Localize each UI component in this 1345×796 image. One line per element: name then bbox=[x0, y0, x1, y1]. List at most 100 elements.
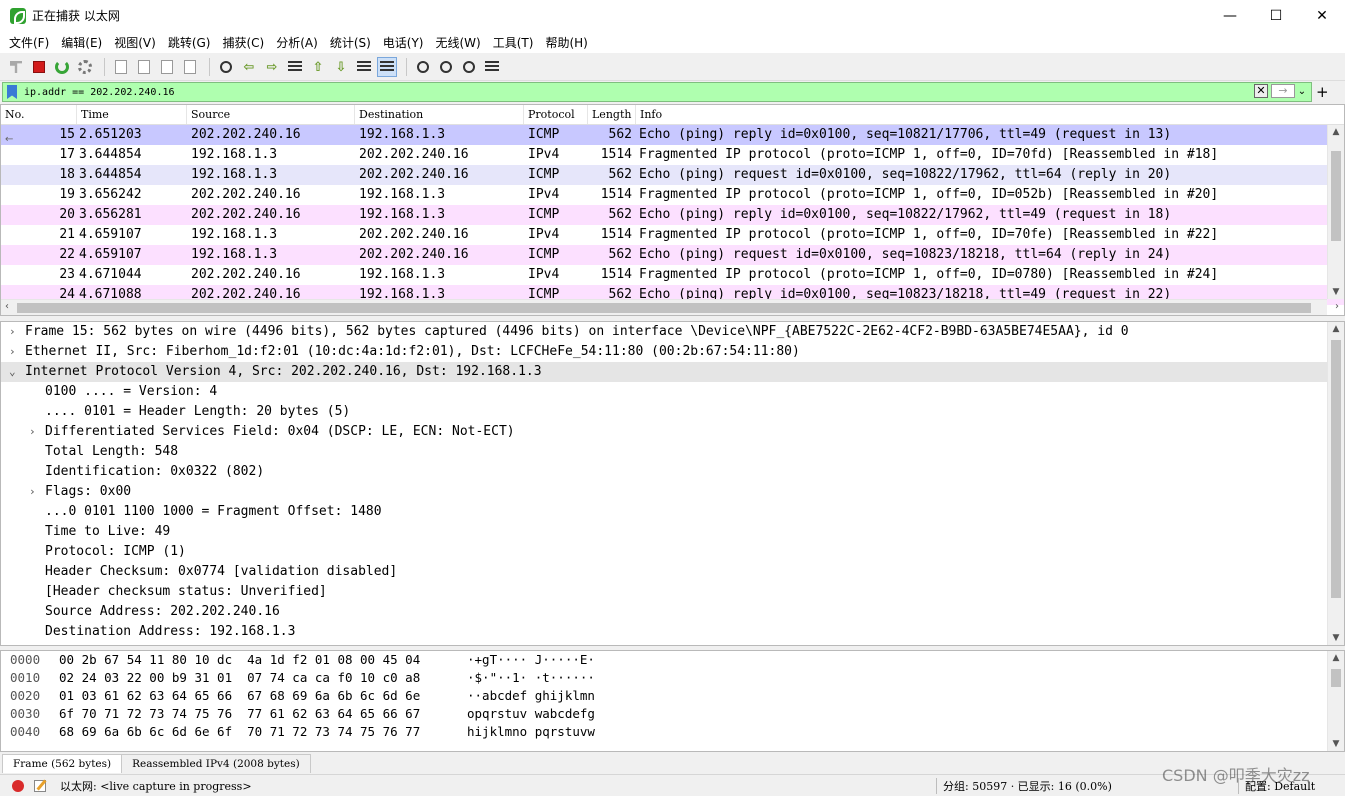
close-button[interactable]: ✕ bbox=[1299, 0, 1345, 31]
scroll-up-icon[interactable]: ▲ bbox=[1328, 324, 1344, 334]
go-forward-icon[interactable]: ⇨ bbox=[262, 57, 282, 77]
byte-offset[interactable]: 0010 bbox=[1, 669, 57, 687]
byte-offset[interactable]: 0040 bbox=[1, 723, 57, 741]
tab-frame-bytes[interactable]: Frame (562 bytes) bbox=[2, 754, 123, 773]
byte-offset[interactable]: 0000 bbox=[1, 651, 57, 669]
byte-ascii[interactable]: opqrstuv wabcdefg bbox=[467, 705, 667, 723]
byte-hex[interactable]: 00 2b 67 54 11 80 10 dc 4a 1d f2 01 08 0… bbox=[57, 651, 467, 669]
detail-tree-item[interactable]: › Ethernet II, Src: Fiberhom_1d:f2:01 (10… bbox=[1, 342, 1344, 362]
capture-options-icon[interactable] bbox=[75, 57, 95, 77]
reload-file-icon[interactable] bbox=[180, 57, 200, 77]
menu-view[interactable]: 视图(V) bbox=[108, 34, 162, 51]
menu-go[interactable]: 跳转(G) bbox=[162, 34, 217, 51]
stop-capture-icon[interactable] bbox=[29, 57, 49, 77]
byte-ascii[interactable]: ·$·"··1· ·t······ bbox=[467, 669, 667, 687]
detail-tree-item[interactable]: › Frame 15: 562 bytes on wire (4496 bits)… bbox=[1, 322, 1344, 342]
menu-wireless[interactable]: 无线(W) bbox=[430, 34, 487, 51]
detail-tree-item[interactable]: Destination Address: 192.168.1.3 bbox=[1, 622, 1344, 642]
go-to-packet-icon[interactable] bbox=[285, 57, 305, 77]
packet-list-vertical-scrollbar[interactable]: ▲ ▼ bbox=[1327, 125, 1344, 299]
menu-analyze[interactable]: 分析(A) bbox=[270, 34, 324, 51]
menu-tools[interactable]: 工具(T) bbox=[487, 34, 540, 51]
detail-tree-item[interactable]: ⌄ Internet Protocol Version 4, Src: 202.2… bbox=[1, 362, 1344, 382]
byte-offset[interactable]: 0020 bbox=[1, 687, 57, 705]
find-packet-icon[interactable] bbox=[216, 57, 236, 77]
scroll-down-icon[interactable]: ▼ bbox=[1328, 739, 1344, 749]
packet-row[interactable]: 18 3.644854 192.168.1.3 202.202.240.16 ICMP 5… bbox=[1, 165, 1344, 185]
column-header-source[interactable]: Source bbox=[187, 105, 355, 124]
scroll-up-icon[interactable]: ▲ bbox=[1328, 653, 1344, 663]
detail-tree-item[interactable]: [Header checksum status: Unverified] bbox=[1, 582, 1344, 602]
packet-row[interactable]: 21 4.659107 192.168.1.3 202.202.240.16 IPv4 1… bbox=[1, 225, 1344, 245]
scroll-right-icon[interactable]: › bbox=[1335, 301, 1339, 312]
auto-scroll-icon[interactable] bbox=[354, 57, 374, 77]
capture-running-icon[interactable] bbox=[12, 779, 24, 792]
column-header-no[interactable]: No. bbox=[1, 105, 77, 124]
column-header-length[interactable]: Length bbox=[588, 105, 636, 124]
menu-statistics[interactable]: 统计(S) bbox=[324, 34, 377, 51]
menu-edit[interactable]: 编辑(E) bbox=[55, 34, 108, 51]
resize-columns-icon[interactable] bbox=[482, 57, 502, 77]
detail-tree-item[interactable]: › Differentiated Services Field: 0x04 (DS… bbox=[1, 422, 1344, 442]
menu-telephony[interactable]: 电话(Y) bbox=[377, 34, 430, 51]
packet-row[interactable]: 19 3.656242 202.202.240.16 192.168.1.3 IPv4 1… bbox=[1, 185, 1344, 205]
byte-hex[interactable]: 02 24 03 22 00 b9 31 01 07 74 ca ca f0 1… bbox=[57, 669, 467, 687]
expand-arrow-icon[interactable]: › bbox=[9, 322, 16, 342]
byte-hex[interactable]: 68 69 6a 6b 6c 6d 6e 6f 70 71 72 73 74 7… bbox=[57, 723, 467, 741]
go-first-icon[interactable]: ⇧ bbox=[308, 57, 328, 77]
collapse-arrow-icon[interactable]: ⌄ bbox=[9, 362, 16, 382]
byte-ascii[interactable]: ·+gT···· J·····E· bbox=[467, 651, 667, 669]
detail-tree-item[interactable]: 0100 .... = Version: 4 bbox=[1, 382, 1344, 402]
scrollbar-thumb[interactable] bbox=[1331, 669, 1341, 687]
byte-ascii[interactable]: hijklmno pqrstuvw bbox=[467, 723, 667, 741]
column-header-info[interactable]: Info bbox=[636, 105, 1326, 124]
detail-tree-item[interactable]: ...0 0101 1100 1000 = Fragment Offset: 1… bbox=[1, 502, 1344, 522]
byte-ascii[interactable]: ··abcdef ghijklmn bbox=[467, 687, 667, 705]
scrollbar-thumb[interactable] bbox=[1331, 151, 1341, 241]
detail-tree-item[interactable]: Identification: 0x0322 (802) bbox=[1, 462, 1344, 482]
display-filter-input[interactable]: ip.addr == 202.202.240.16 bbox=[24, 87, 175, 98]
column-header-protocol[interactable]: Protocol bbox=[524, 105, 588, 124]
detail-tree-item[interactable]: Total Length: 548 bbox=[1, 442, 1344, 462]
byte-offset[interactable]: 0030 bbox=[1, 705, 57, 723]
colorize-icon[interactable] bbox=[377, 57, 397, 77]
bytes-vertical-scrollbar[interactable]: ▲ ▼ bbox=[1327, 651, 1344, 751]
detail-tree-item[interactable]: .... 0101 = Header Length: 20 bytes (5) bbox=[1, 402, 1344, 422]
packet-list-horizontal-scrollbar[interactable]: ‹ › bbox=[1, 299, 1339, 315]
packet-row[interactable]: 17 3.644854 192.168.1.3 202.202.240.16 IPv4 1… bbox=[1, 145, 1344, 165]
filter-bookmark-icon[interactable] bbox=[7, 85, 17, 99]
go-back-icon[interactable]: ⇦ bbox=[239, 57, 259, 77]
menu-file[interactable]: 文件(F) bbox=[3, 34, 55, 51]
packet-row[interactable]: 23 4.671044 202.202.240.16 192.168.1.3 IPv4 1… bbox=[1, 265, 1344, 285]
byte-hex[interactable]: 01 03 61 62 63 64 65 66 67 68 69 6a 6b 6… bbox=[57, 687, 467, 705]
restart-capture-icon[interactable] bbox=[52, 57, 72, 77]
display-filter-bar[interactable]: ip.addr == 202.202.240.16 ✕ → ⌄ bbox=[2, 82, 1312, 102]
scrollbar-thumb[interactable] bbox=[1331, 340, 1341, 598]
column-header-time[interactable]: Time bbox=[77, 105, 187, 124]
close-file-icon[interactable] bbox=[157, 57, 177, 77]
add-filter-button[interactable]: + bbox=[1316, 83, 1329, 101]
expand-arrow-icon[interactable]: › bbox=[29, 422, 36, 442]
details-vertical-scrollbar[interactable]: ▲ ▼ bbox=[1327, 322, 1344, 645]
save-file-icon[interactable] bbox=[134, 57, 154, 77]
scroll-down-icon[interactable]: ▼ bbox=[1328, 287, 1344, 297]
scroll-left-icon[interactable]: ‹ bbox=[5, 301, 9, 312]
detail-tree-item[interactable]: Time to Live: 49 bbox=[1, 522, 1344, 542]
expand-arrow-icon[interactable]: › bbox=[29, 482, 36, 502]
detail-tree-item[interactable]: Source Address: 202.202.240.16 bbox=[1, 602, 1344, 622]
scroll-down-icon[interactable]: ▼ bbox=[1328, 633, 1344, 643]
byte-hex[interactable]: 6f 70 71 72 73 74 75 76 77 61 62 63 64 6… bbox=[57, 705, 467, 723]
packet-row[interactable]: 20 3.656281 202.202.240.16 192.168.1.3 ICMP 5… bbox=[1, 205, 1344, 225]
minimize-button[interactable]: — bbox=[1207, 0, 1253, 31]
open-file-icon[interactable] bbox=[111, 57, 131, 77]
packet-row[interactable]: 22 4.659107 192.168.1.3 202.202.240.16 ICMP 5… bbox=[1, 245, 1344, 265]
normal-size-icon[interactable] bbox=[459, 57, 479, 77]
detail-tree-item[interactable]: › Flags: 0x00 bbox=[1, 482, 1344, 502]
menu-help[interactable]: 帮助(H) bbox=[539, 34, 593, 51]
apply-filter-icon[interactable]: → bbox=[1271, 84, 1295, 98]
zoom-in-icon[interactable] bbox=[413, 57, 433, 77]
capture-comment-icon[interactable] bbox=[34, 779, 46, 792]
tab-reassembled-ipv4[interactable]: Reassembled IPv4 (2008 bytes) bbox=[121, 754, 311, 773]
detail-tree-item[interactable]: Protocol: ICMP (1) bbox=[1, 542, 1344, 562]
packet-row[interactable]: 15 2.651203 202.202.240.16 192.168.1.3 ICMP 5… bbox=[1, 125, 1344, 145]
